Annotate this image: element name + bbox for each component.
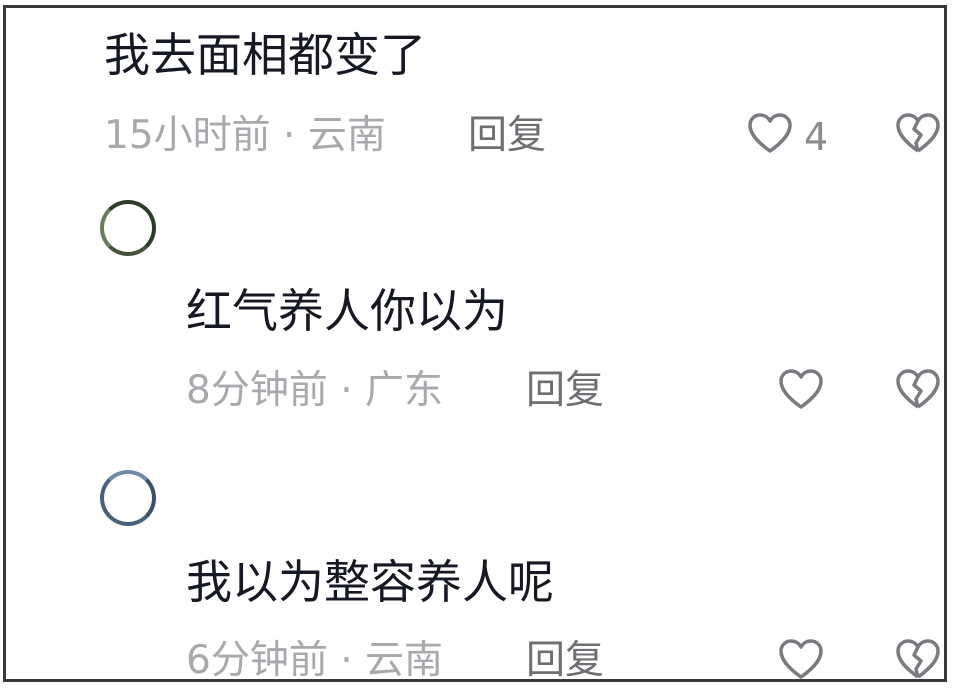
broken-heart-icon[interactable] <box>894 637 942 681</box>
broken-heart-icon[interactable] <box>894 111 942 155</box>
heart-outline-icon[interactable] <box>777 367 825 411</box>
comment-meta: 6分钟前 · 云南 <box>186 638 444 682</box>
comment-text: 我以为整容养人呢 <box>186 555 554 609</box>
like-count: 4 <box>804 115 829 159</box>
comment-text: 我去面相都变了 <box>104 28 426 82</box>
reply-button[interactable]: 回复 <box>468 116 546 155</box>
reply-button[interactable]: 回复 <box>526 371 604 410</box>
comment-text: 红气养人你以为 <box>186 284 508 338</box>
reply-button[interactable]: 回复 <box>526 641 604 679</box>
avatar-icon-green[interactable] <box>100 200 156 256</box>
comment-meta: 8分钟前 · 广东 <box>186 368 444 413</box>
heart-outline-icon[interactable] <box>777 637 825 681</box>
avatar-icon-blue[interactable] <box>100 470 156 526</box>
comment-list: 我去面相都变了 15小时前 · 云南 回复 4 红气养人你以为 8分钟前 · 广… <box>3 5 947 682</box>
heart-outline-icon[interactable] <box>746 111 794 155</box>
comment-meta: 15小时前 · 云南 <box>104 113 386 158</box>
broken-heart-icon[interactable] <box>894 367 942 411</box>
